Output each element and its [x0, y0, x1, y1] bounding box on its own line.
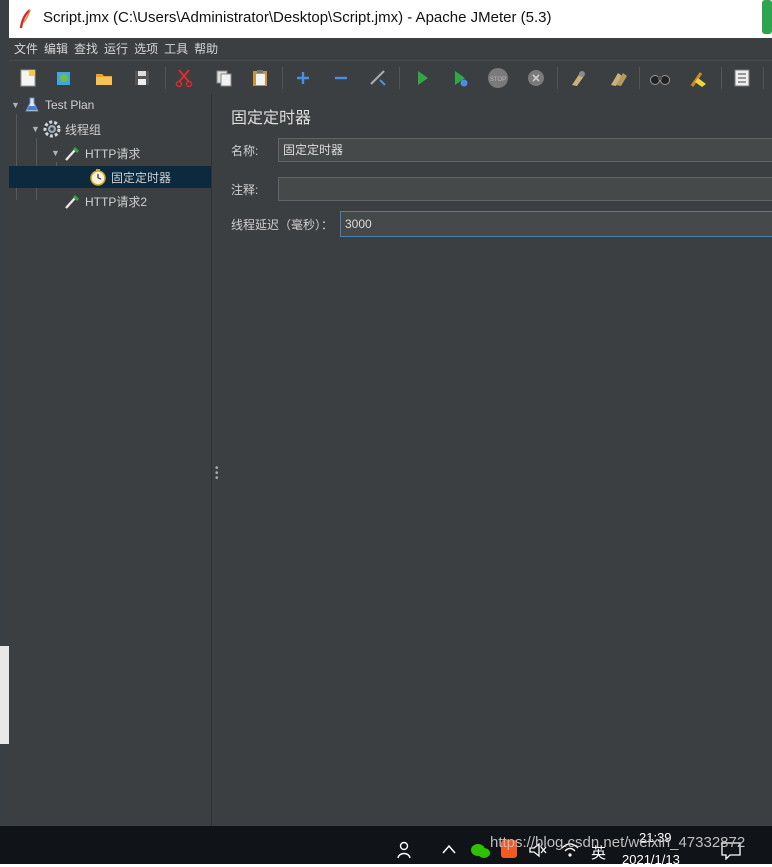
tree-node-label: Test Plan: [45, 98, 95, 112]
open-icon[interactable]: [93, 67, 115, 89]
comment-label: 注释:: [231, 182, 259, 197]
reset-search-icon[interactable]: [687, 67, 709, 89]
timer-icon: [89, 168, 107, 186]
expand-icon[interactable]: [292, 67, 314, 89]
menu-file[interactable]: 文件: [13, 38, 39, 60]
clear-all-icon[interactable]: [607, 67, 629, 89]
clear-icon[interactable]: [567, 67, 589, 89]
test-plan-tree: ▼ Test Plan ▼ 线程组 ▼ HTTP请求 固定定时器 HTTP请求2: [9, 94, 211, 826]
panel-title: 固定定时器: [231, 110, 312, 127]
desktop-edge-window: [0, 646, 9, 744]
pipette-icon: [63, 144, 81, 162]
svg-text:STOP: STOP: [490, 77, 506, 83]
menu-run[interactable]: 运行: [103, 38, 129, 60]
collapse-icon[interactable]: [330, 67, 352, 89]
toggle-icon[interactable]: [367, 67, 389, 89]
drag-handle-icon[interactable]: • • •: [215, 464, 219, 484]
title-bar: Script.jmx (C:\Users\Administrator\Deskt…: [9, 0, 772, 38]
menu-tools[interactable]: 工具: [163, 38, 189, 60]
gear-icon: [43, 120, 61, 138]
constant-timer-panel: 固定定时器 名称: 固定定时器 注释: 线程延迟（毫秒）： 3000: [221, 94, 772, 826]
pipette-icon: [63, 192, 81, 210]
menu-search[interactable]: 查找: [73, 38, 99, 60]
tree-node-http-request-2[interactable]: HTTP请求2: [51, 190, 209, 212]
tree-node-label: HTTP请求2: [85, 194, 148, 209]
desktop-edge: [0, 0, 9, 826]
menu-options[interactable]: 选项: [133, 38, 159, 60]
wechat-icon[interactable]: [470, 842, 492, 860]
desktop-scrollbar[interactable]: [762, 0, 772, 34]
name-label: 名称:: [231, 143, 259, 158]
menu-help[interactable]: 帮助: [193, 38, 219, 60]
templates-icon[interactable]: [53, 67, 75, 89]
tree-node-label: 固定定时器: [111, 170, 172, 185]
chevron-up-icon[interactable]: [440, 842, 458, 856]
flask-icon: [23, 96, 41, 114]
expanded-arrow-icon[interactable]: ▼: [11, 100, 23, 110]
jmeter-feather-icon: [19, 9, 31, 29]
people-icon[interactable]: [396, 840, 416, 860]
thread-delay-field[interactable]: 3000: [340, 211, 772, 237]
start-no-pause-icon[interactable]: [449, 67, 471, 89]
comment-field[interactable]: [278, 177, 772, 201]
new-icon[interactable]: [17, 67, 39, 89]
tree-node-label: HTTP请求: [85, 146, 141, 161]
expanded-arrow-icon[interactable]: ▼: [31, 124, 43, 134]
cut-icon[interactable]: [173, 67, 195, 89]
tree-node-http-request[interactable]: ▼ HTTP请求: [51, 142, 209, 164]
paste-icon[interactable]: [249, 67, 271, 89]
stop-icon[interactable]: STOP: [487, 67, 509, 89]
windows-taskbar: 英 21:39 2021/1/13 https://blog.csdn.net/…: [0, 826, 772, 867]
tree-node-thread-group[interactable]: ▼ 线程组: [31, 118, 209, 140]
shutdown-icon[interactable]: [525, 67, 547, 89]
name-field[interactable]: 固定定时器: [278, 138, 772, 162]
expanded-arrow-icon[interactable]: ▼: [51, 148, 63, 158]
tree-node-constant-timer[interactable]: 固定定时器: [9, 166, 211, 188]
watermark-text: https://blog.csdn.net/weixin_47332872: [490, 834, 746, 851]
start-icon[interactable]: [411, 67, 433, 89]
menu-bar: 文件 编辑 查找 运行 选项 工具 帮助: [9, 38, 772, 60]
search-icon[interactable]: [649, 67, 671, 89]
tree-node-test-plan[interactable]: ▼ Test Plan: [11, 94, 209, 116]
window-title: Script.jmx (C:\Users\Administrator\Deskt…: [43, 9, 552, 26]
copy-icon[interactable]: [213, 67, 235, 89]
clock-date[interactable]: 2021/1/13: [622, 852, 680, 867]
toolbar: STOP: [9, 60, 772, 95]
save-icon[interactable]: [131, 67, 153, 89]
menu-edit[interactable]: 编辑: [43, 38, 69, 60]
thread-delay-label: 线程延迟（毫秒）：: [231, 217, 334, 232]
function-helper-icon[interactable]: [731, 67, 753, 89]
tree-node-label: 线程组: [65, 122, 102, 137]
